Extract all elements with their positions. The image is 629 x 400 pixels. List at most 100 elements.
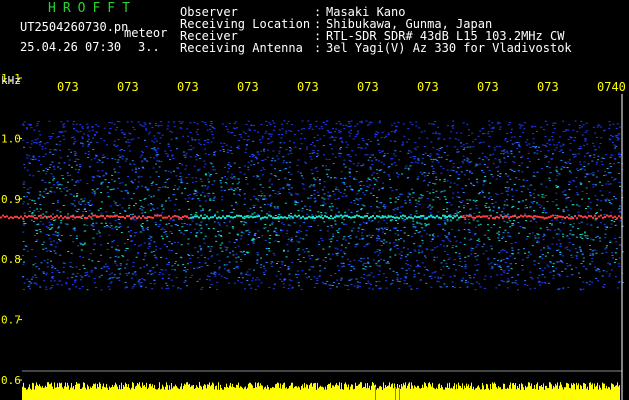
noise-pixel (22, 203, 25, 205)
noise-pixel (36, 123, 39, 125)
noise-pixel (330, 241, 333, 243)
noise-pixel (294, 202, 297, 204)
power-bar (267, 385, 268, 400)
noise-pixel (304, 261, 307, 263)
noise-pixel (317, 195, 320, 196)
noise-pixel (102, 154, 105, 156)
power-bar (282, 384, 283, 400)
noise-pixel (214, 235, 217, 237)
noise-pixel (52, 153, 55, 155)
noise-pixel (532, 146, 535, 148)
noise-pixel (117, 172, 120, 174)
power-bar (338, 385, 339, 400)
noise-pixel (464, 256, 467, 258)
noise-pixel (95, 287, 97, 288)
noise-pixel (316, 280, 319, 281)
noise-pixel (267, 133, 270, 135)
noise-pixel (51, 264, 53, 266)
noise-pixel (195, 181, 198, 182)
noise-pixel (595, 252, 598, 254)
noise-pixel (541, 196, 544, 198)
noise-pixel (424, 257, 427, 259)
noise-pixel (517, 289, 519, 291)
noise-pixel (511, 199, 514, 201)
noise-pixel (451, 125, 454, 127)
noise-pixel (39, 286, 42, 288)
noise-pixel (500, 153, 502, 154)
noise-pixel (601, 164, 604, 165)
power-histogram (22, 382, 620, 400)
noise-pixel (204, 235, 207, 237)
noise-pixel (126, 239, 129, 240)
noise-pixel (343, 253, 346, 255)
noise-pixel (462, 207, 465, 209)
noise-pixel (479, 192, 481, 193)
power-bar (354, 388, 355, 400)
noise-pixel (482, 133, 484, 135)
power-bar (30, 388, 31, 400)
noise-pixel (111, 272, 113, 274)
carrier-segment (362, 216, 364, 219)
power-bar (121, 382, 122, 400)
noise-pixel (39, 231, 42, 233)
noise-pixel (139, 156, 142, 158)
noise-pixel (56, 242, 59, 244)
noise-pixel (107, 278, 110, 280)
noise-pixel (415, 210, 418, 212)
power-bar (461, 387, 462, 400)
noise-pixel (385, 222, 388, 224)
noise-pixel (348, 160, 351, 161)
power-bar (374, 385, 375, 400)
noise-pixel (193, 267, 196, 269)
power-bar (117, 386, 118, 400)
noise-pixel (417, 264, 420, 266)
noise-pixel (470, 250, 473, 252)
noise-pixel (271, 221, 274, 223)
noise-pixel (349, 260, 352, 262)
carrier-segment (282, 216, 284, 219)
noise-pixel (426, 155, 429, 156)
noise-pixel (228, 221, 231, 223)
power-bar (381, 387, 382, 400)
noise-pixel (30, 127, 33, 129)
noise-pixel (141, 125, 143, 127)
noise-pixel (526, 257, 529, 259)
noise-pixel (28, 210, 31, 212)
noise-pixel (189, 194, 192, 195)
noise-pixel (277, 220, 280, 222)
power-bar (383, 382, 384, 400)
noise-pixel (337, 283, 340, 285)
noise-pixel (153, 279, 156, 281)
noise-pixel (183, 269, 186, 271)
noise-pixel (316, 277, 319, 279)
noise-pixel (56, 209, 59, 211)
power-bar (294, 386, 295, 400)
noise-pixel (393, 162, 396, 164)
noise-pixel (446, 180, 449, 182)
noise-pixel (68, 164, 71, 166)
power-bar (289, 386, 290, 400)
noise-pixel (342, 251, 345, 253)
noise-pixel (326, 120, 329, 122)
noise-pixel (317, 154, 320, 156)
noise-pixel (232, 254, 235, 256)
noise-pixel (539, 227, 542, 229)
carrier-segment (390, 215, 392, 218)
noise-pixel (23, 224, 25, 226)
noise-pixel (365, 283, 368, 284)
noise-pixel (384, 153, 386, 155)
noise-pixel (266, 213, 269, 215)
noise-pixel (521, 171, 524, 173)
carrier-segment (204, 217, 206, 219)
power-bar (135, 386, 136, 400)
noise-pixel (149, 176, 152, 178)
noise-pixel (338, 270, 341, 271)
noise-pixel (124, 267, 127, 269)
power-bar (213, 383, 214, 400)
noise-pixel (513, 162, 516, 164)
noise-pixel (401, 141, 404, 143)
noise-pixel (440, 277, 443, 279)
noise-pixel (305, 162, 307, 164)
noise-pixel (608, 275, 611, 277)
noise-pixel (522, 185, 525, 187)
